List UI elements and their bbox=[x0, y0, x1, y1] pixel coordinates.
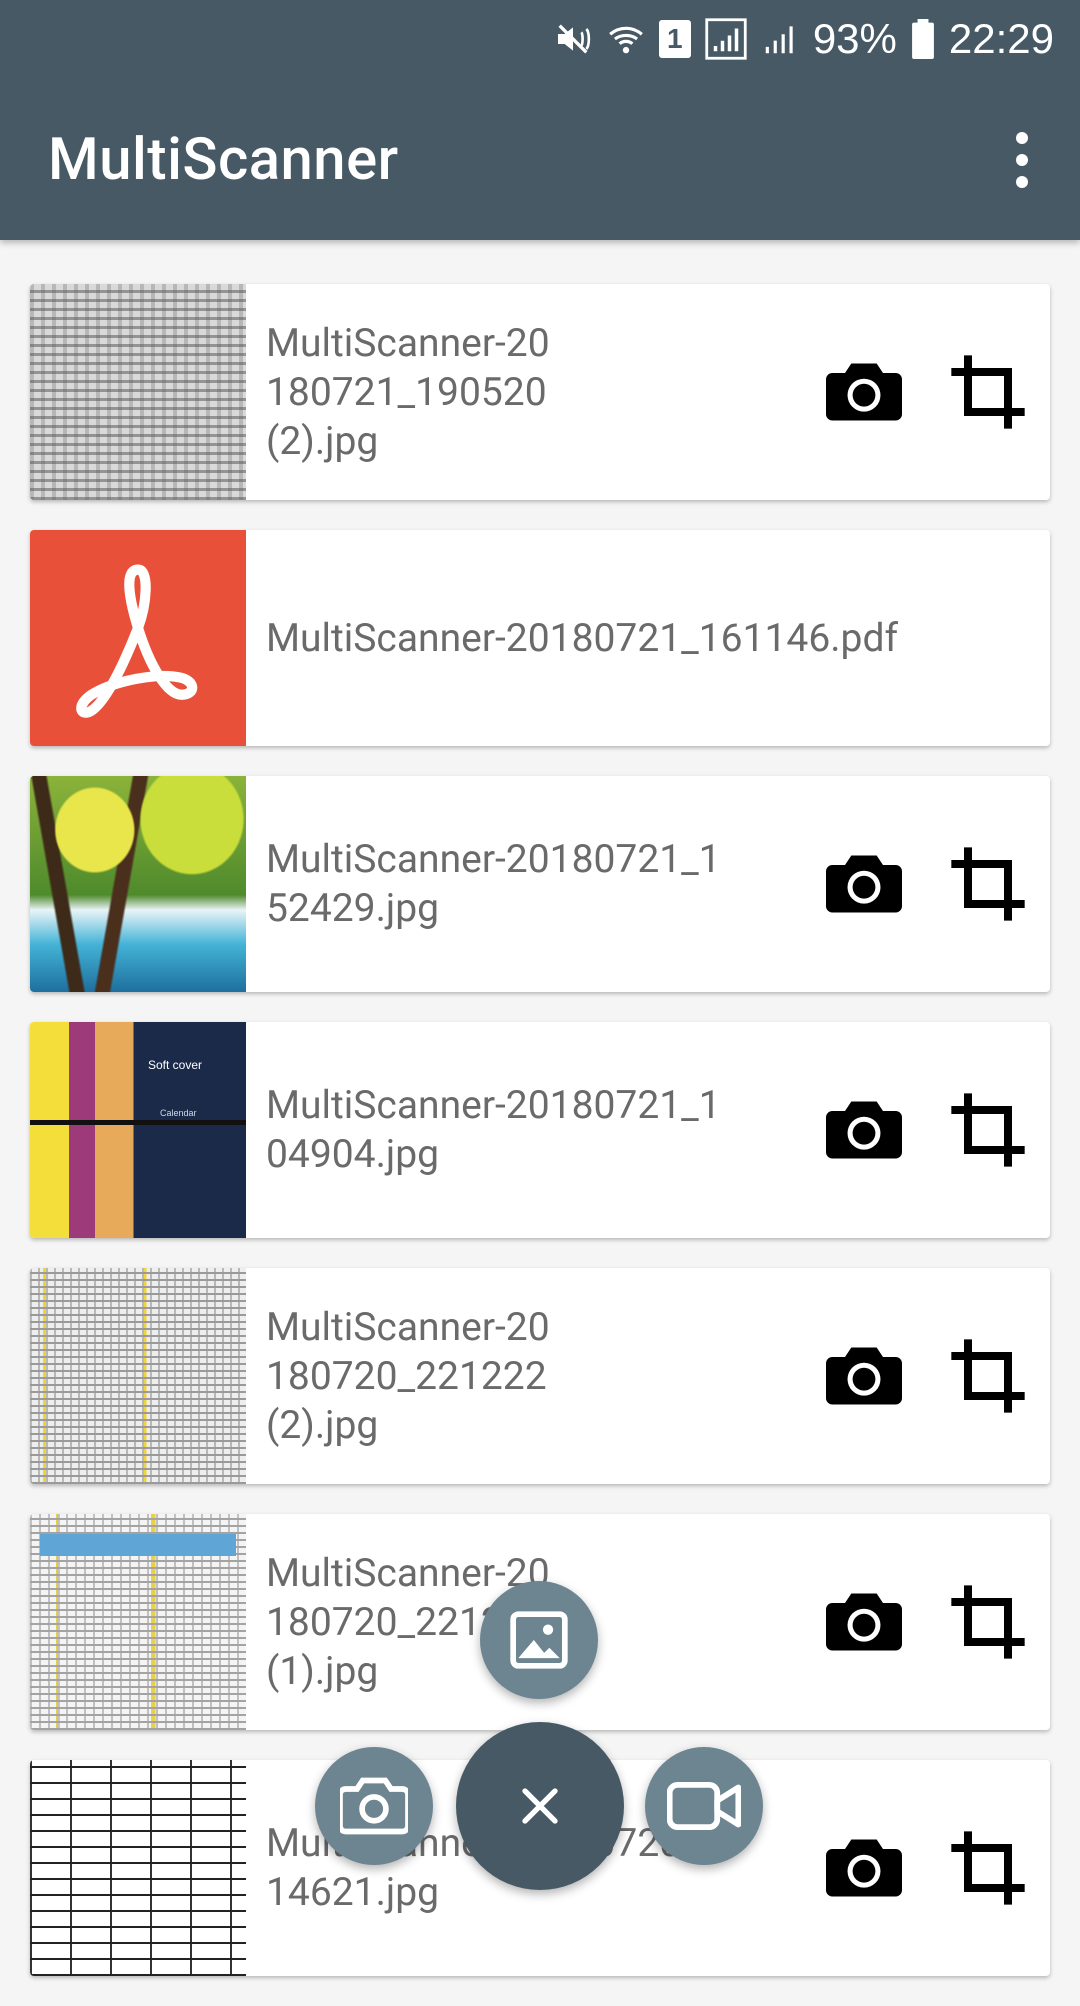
file-name-line: MultiScanner-20180721_161146.pdf bbox=[266, 614, 898, 661]
file-name: MultiScanner-20180721_1 52429.jpg bbox=[246, 835, 824, 933]
file-card[interactable]: MultiScanner-20180721_1 52429.jpg bbox=[30, 776, 1050, 992]
file-name-line: 180720_221222 bbox=[266, 1352, 547, 1399]
file-name-line: MultiScanner-20180721_1 bbox=[266, 1082, 721, 1128]
camera-icon[interactable] bbox=[824, 1336, 904, 1416]
battery-icon bbox=[911, 19, 935, 59]
crop-icon[interactable] bbox=[948, 844, 1028, 924]
file-name-line: MultiScanner-20 bbox=[266, 1549, 550, 1596]
file-thumbnail bbox=[30, 284, 246, 500]
file-name: MultiScanner-20180721_1 04904.jpg bbox=[246, 1081, 824, 1179]
crop-icon[interactable] bbox=[948, 1090, 1028, 1170]
battery-percent: 93% bbox=[812, 15, 897, 62]
image-icon bbox=[510, 1611, 568, 1669]
file-card[interactable]: MultiScanner-20 180721_190520 (2).jpg bbox=[30, 284, 1050, 500]
camera-fab[interactable] bbox=[315, 1747, 433, 1865]
file-name: MultiScanner-20180721_161146.pdf bbox=[246, 614, 1050, 663]
pdf-thumbnail bbox=[30, 530, 246, 746]
app-title: MultiScanner bbox=[48, 126, 399, 194]
file-name: MultiScanner-20 180720_221222 (2).jpg bbox=[246, 1303, 576, 1450]
file-card[interactable]: Soft cover Calendar MultiScanner-2018072… bbox=[30, 1022, 1050, 1238]
file-thumbnail bbox=[30, 1760, 246, 1976]
signal-icon-2 bbox=[761, 19, 799, 59]
close-icon bbox=[522, 1788, 558, 1824]
camera-icon[interactable] bbox=[824, 1582, 904, 1662]
overflow-menu-icon[interactable] bbox=[1000, 120, 1044, 200]
file-card[interactable]: MultiScanner-20 180720_221222 (2).jpg bbox=[30, 1268, 1050, 1484]
file-name-line: MultiScanner-20180721_1 bbox=[266, 836, 721, 882]
camera-icon bbox=[340, 1777, 408, 1835]
file-name-line: 04904.jpg bbox=[266, 1131, 440, 1177]
clock: 22:29 bbox=[948, 15, 1054, 62]
crop-icon[interactable] bbox=[948, 1828, 1028, 1908]
thumbnail-text: Soft cover bbox=[148, 1058, 203, 1072]
acrobat-icon bbox=[76, 564, 198, 718]
pick-image-fab[interactable] bbox=[480, 1581, 598, 1699]
file-name-line: 180721_190520 bbox=[266, 368, 547, 415]
status-bar: 1 93% 22:29 bbox=[0, 0, 1080, 78]
video-camera-icon bbox=[667, 1781, 741, 1831]
file-name-line: 52429.jpg bbox=[266, 885, 440, 931]
close-fab-menu-button[interactable] bbox=[456, 1722, 624, 1890]
video-fab[interactable] bbox=[645, 1747, 763, 1865]
file-name-line: 14621.jpg bbox=[266, 1869, 440, 1915]
file-name: MultiScanner-20 180721_190520 (2).jpg bbox=[246, 319, 576, 466]
thumbnail-text: Calendar bbox=[160, 1108, 197, 1118]
mute-vibrate-icon bbox=[553, 19, 593, 59]
file-name-line: (1).jpg bbox=[266, 1647, 379, 1694]
signal-icon-1 bbox=[705, 18, 747, 60]
camera-icon[interactable] bbox=[824, 844, 904, 924]
file-thumbnail bbox=[30, 1514, 246, 1730]
file-name-line: (2).jpg bbox=[266, 1401, 379, 1448]
sim-badge: 1 bbox=[658, 20, 691, 58]
file-thumbnail bbox=[30, 1268, 246, 1484]
wifi-icon bbox=[607, 19, 645, 59]
file-name-line: MultiScanner-20 bbox=[266, 319, 550, 366]
file-name-line: (2).jpg bbox=[266, 417, 379, 464]
crop-icon[interactable] bbox=[948, 1336, 1028, 1416]
file-name-line: MultiScanner-20 bbox=[266, 1303, 550, 1350]
crop-icon[interactable] bbox=[948, 352, 1028, 432]
file-thumbnail bbox=[30, 776, 246, 992]
camera-icon[interactable] bbox=[824, 1828, 904, 1908]
app-bar: 1 93% 22:29 MultiScanner bbox=[0, 0, 1080, 240]
camera-icon[interactable] bbox=[824, 1090, 904, 1170]
crop-icon[interactable] bbox=[948, 1582, 1028, 1662]
file-card[interactable]: MultiScanner-20180721_161146.pdf bbox=[30, 530, 1050, 746]
file-thumbnail: Soft cover Calendar bbox=[30, 1022, 246, 1238]
camera-icon[interactable] bbox=[824, 352, 904, 432]
